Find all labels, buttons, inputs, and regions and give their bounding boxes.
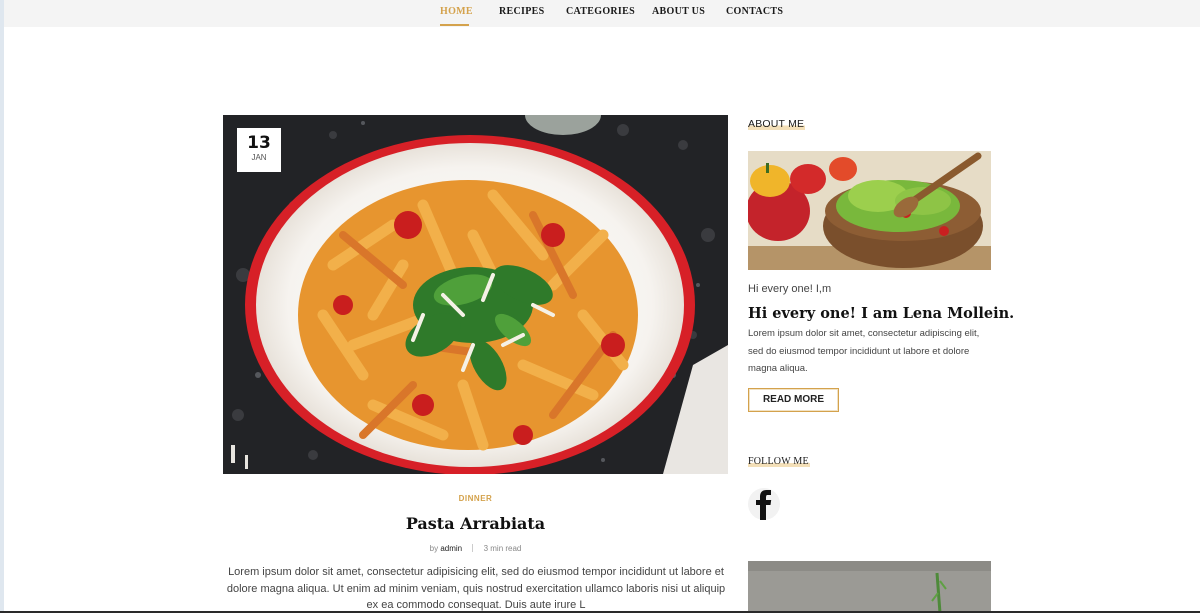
about-me-image [748, 151, 991, 270]
about-name-heading: Hi every one! I am Lena Mollein. [748, 305, 1015, 322]
about-greeting: Hi every one! I,m [748, 283, 832, 295]
follow-me-heading: FOLLOW ME [748, 456, 810, 467]
about-me-heading: ABOUT ME [748, 118, 806, 130]
nav-item-home[interactable]: HOME [440, 6, 473, 17]
about-description: Lorem ipsum dolor sit amet, consectetur … [748, 328, 980, 374]
post-featured-image[interactable] [223, 115, 728, 474]
meta-divider [472, 544, 474, 552]
follow-me-heading-label: FOLLOW ME [748, 456, 810, 467]
post-date-month: JAN [251, 153, 267, 162]
nav-item-contacts[interactable]: CONTACTS [726, 6, 783, 17]
facebook-link[interactable] [748, 488, 780, 520]
main-navbar: HOME RECIPES CATEGORIES ABOUT US CONTACT… [4, 0, 1200, 27]
nav-item-about-us[interactable]: ABOUT US [652, 6, 705, 17]
post-meta: by admin 3 min read [223, 544, 728, 553]
page-left-border [0, 0, 4, 613]
read-more-button[interactable]: READ MORE [748, 388, 839, 412]
post-read-time: 3 min read [483, 544, 522, 553]
post-author-link[interactable]: admin [440, 544, 462, 553]
post-excerpt: Lorem ipsum dolor sit amet, consectetur … [226, 566, 726, 611]
post-title[interactable]: Pasta Arrabiata [223, 514, 728, 533]
pasta-plate-illustration [223, 115, 728, 474]
nav-item-categories[interactable]: CATEGORIES [566, 6, 635, 17]
herb-photo-illustration [748, 561, 991, 613]
post-category-link[interactable]: DINNER [223, 494, 728, 503]
nav-active-indicator [440, 24, 469, 26]
post-by-label: by [429, 544, 439, 553]
nav-item-recipes[interactable]: RECIPES [499, 6, 544, 17]
about-me-heading-label: ABOUT ME [748, 118, 806, 130]
post-date-day: 13 [247, 133, 271, 153]
post-date-badge: 13 JAN [237, 128, 281, 172]
sidebar-secondary-image [748, 561, 991, 613]
facebook-icon [756, 490, 772, 520]
salad-bowl-illustration [748, 151, 991, 270]
